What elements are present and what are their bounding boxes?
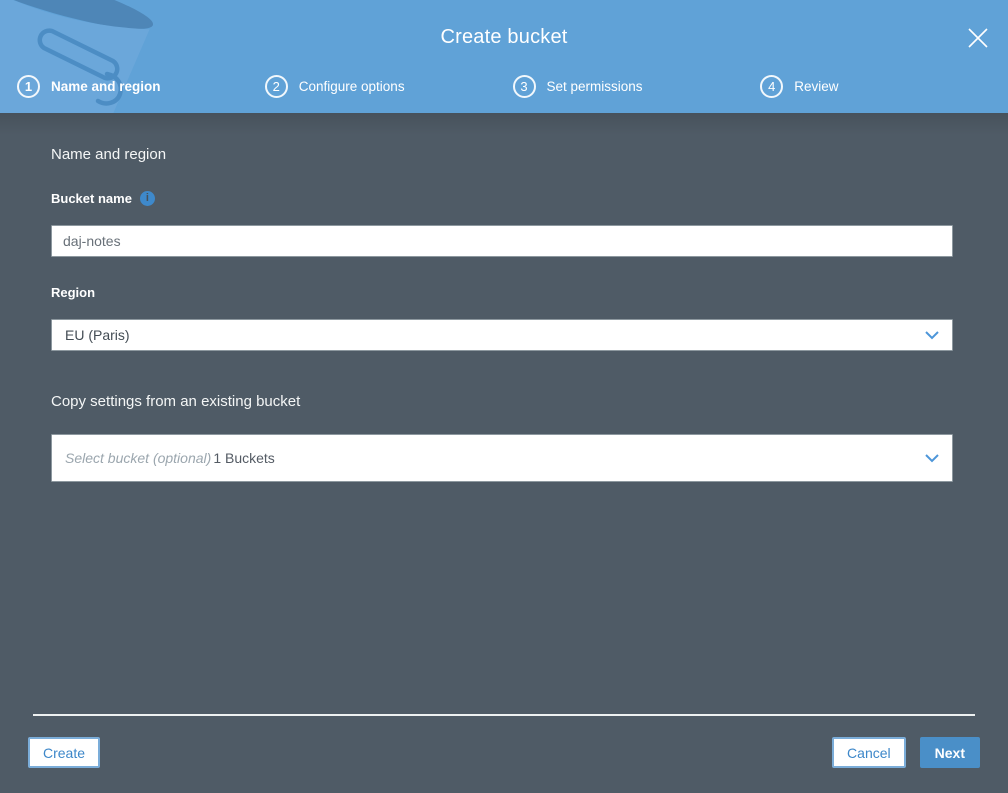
step-configure-options[interactable]: 2 Configure options: [264, 75, 513, 98]
close-icon[interactable]: [965, 25, 991, 51]
step-label: Configure options: [298, 79, 405, 94]
step-indicator: 1 Name and region 2 Configure options 3 …: [0, 60, 1008, 113]
copy-bucket-select[interactable]: Select bucket (optional) 1 Buckets: [51, 434, 953, 482]
modal-body: Name and region Bucket name i Region EU …: [0, 113, 1008, 714]
title-row: Create bucket: [0, 0, 1008, 60]
step-number-badge: 2: [264, 75, 288, 98]
bucket-name-label-text: Bucket name: [51, 191, 132, 206]
region-label-text: Region: [51, 285, 96, 300]
info-icon[interactable]: i: [139, 191, 155, 206]
step-label: Set permissions: [546, 79, 643, 94]
footer-buttons-row: Create Cancel Next: [0, 716, 1008, 793]
right-buttons: Cancel Next: [832, 737, 980, 768]
copy-settings-heading: Copy settings from an existing bucket: [51, 393, 301, 410]
step-number-badge: 4: [760, 75, 784, 98]
bucket-name-label: Bucket name i: [51, 191, 953, 206]
step-name-and-region[interactable]: 1 Name and region: [17, 75, 265, 98]
modal-header: Create bucket 1 Name and region 2 Config…: [0, 0, 1008, 113]
copy-bucket-placeholder: Select bucket (optional): [65, 450, 212, 466]
modal-title: Create bucket: [440, 26, 568, 48]
create-button[interactable]: Create: [28, 737, 101, 768]
chevron-down-icon: [925, 453, 939, 462]
step-number-badge: 1: [17, 75, 40, 98]
region-label: Region: [51, 285, 953, 300]
modal-footer: Create Cancel Next: [0, 714, 1008, 793]
bucket-count: 1 Buckets: [213, 450, 275, 466]
create-bucket-modal: Create bucket 1 Name and region 2 Config…: [0, 0, 1008, 793]
step-label: Name and region: [51, 79, 161, 94]
step-set-permissions[interactable]: 3 Set permissions: [512, 75, 761, 98]
step-label: Review: [794, 79, 839, 94]
step-number-badge: 3: [512, 75, 536, 98]
cancel-button[interactable]: Cancel: [832, 737, 906, 768]
region-select-value: EU (Paris): [65, 327, 130, 343]
section-heading: Name and region: [51, 146, 167, 163]
region-select[interactable]: EU (Paris): [51, 319, 953, 351]
next-button[interactable]: Next: [919, 737, 980, 768]
step-review[interactable]: 4 Review: [760, 75, 1008, 98]
bucket-name-input[interactable]: [51, 225, 953, 257]
chevron-down-icon: [925, 330, 939, 339]
